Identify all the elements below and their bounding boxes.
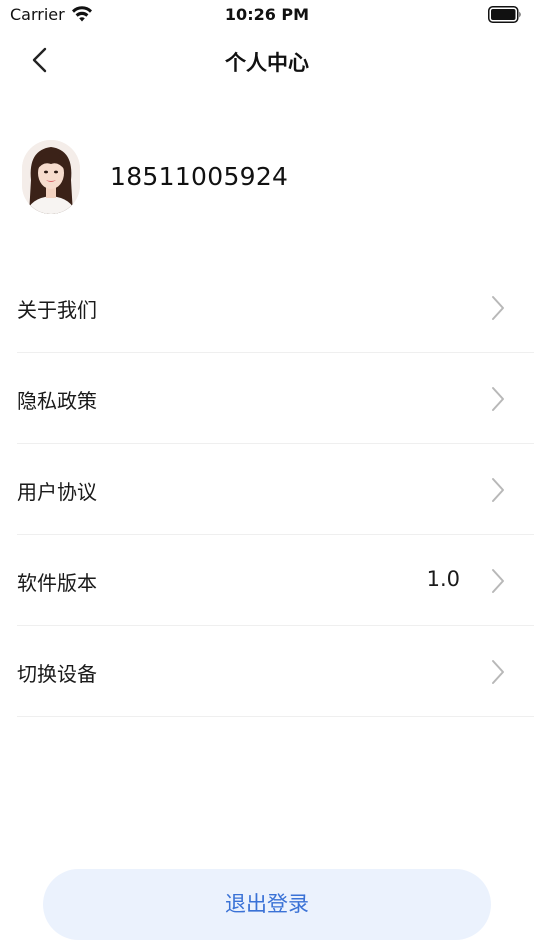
menu-item-label: 软件版本 <box>17 571 97 595</box>
menu-item-privacy-policy[interactable]: 隐私政策 <box>17 353 534 444</box>
menu-item-user-agreement[interactable]: 用户协议 <box>17 444 534 535</box>
chevron-right-icon <box>492 296 504 320</box>
chevron-right-icon <box>492 569 504 593</box>
chevron-right-icon <box>492 387 504 411</box>
battery-icon <box>488 6 521 23</box>
avatar[interactable] <box>22 140 80 214</box>
settings-menu: 关于我们 隐私政策 用户协议 软件版本 1.0 切换设备 <box>17 262 534 717</box>
menu-item-switch-device[interactable]: 切换设备 <box>17 626 534 717</box>
nav-bar: 个人中心 <box>0 36 534 84</box>
version-value: 1.0 <box>426 567 460 591</box>
menu-item-about-us[interactable]: 关于我们 <box>17 262 534 353</box>
menu-item-label: 隐私政策 <box>17 389 97 413</box>
menu-item-label: 用户协议 <box>17 480 97 504</box>
page-title: 个人中心 <box>225 51 309 75</box>
profile-header: 18511005924 <box>0 140 534 216</box>
user-phone-number: 18511005924 <box>110 162 289 191</box>
status-bar: Carrier 10:26 PM <box>0 0 534 30</box>
chevron-right-icon <box>492 478 504 502</box>
avatar-image <box>22 140 80 214</box>
menu-item-software-version[interactable]: 软件版本 1.0 <box>17 535 534 626</box>
chevron-right-icon <box>492 660 504 684</box>
menu-item-label: 关于我们 <box>17 298 97 322</box>
logout-button[interactable]: 退出登录 <box>43 869 491 940</box>
status-time: 10:26 PM <box>224 5 310 24</box>
menu-item-label: 切换设备 <box>17 662 97 686</box>
profile-screen: Carrier 10:26 PM 个人中心 18511005924 关于我们 隐… <box>0 0 534 950</box>
